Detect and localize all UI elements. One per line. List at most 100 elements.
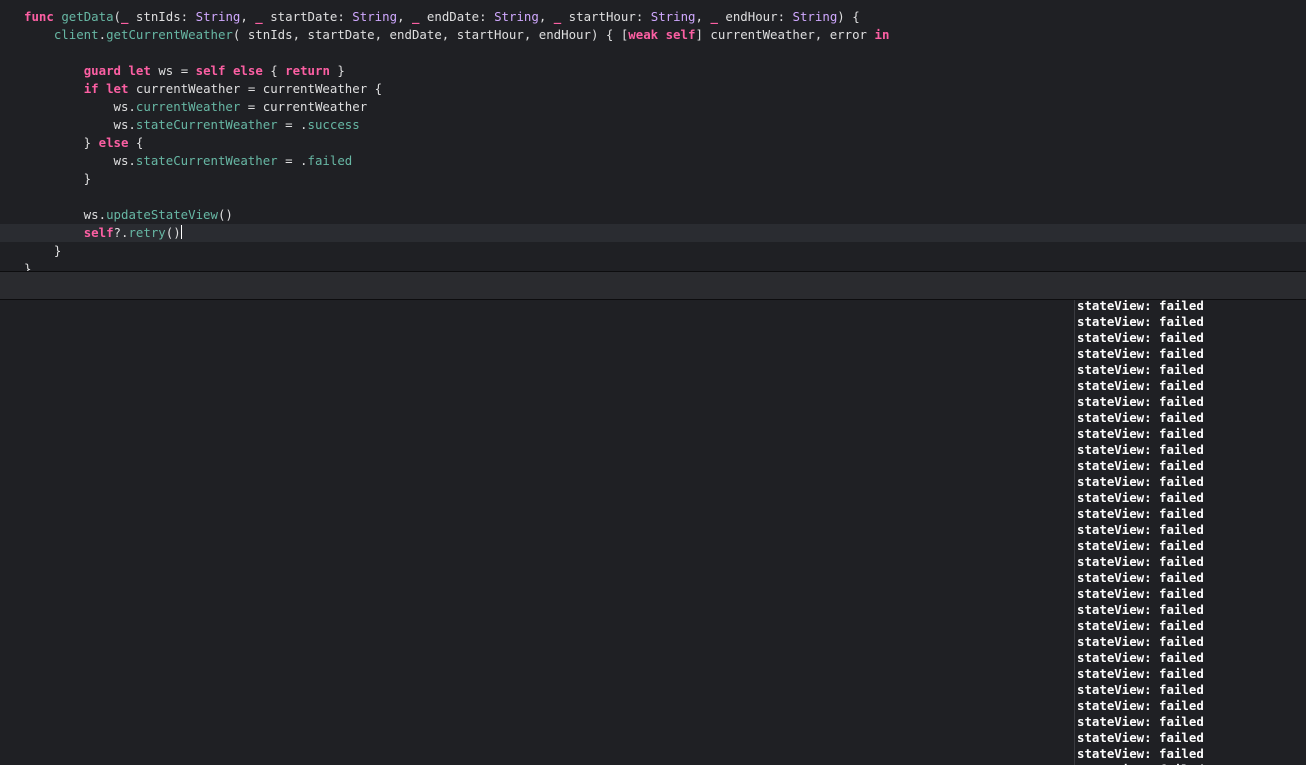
code-lines[interactable]: func getData(_ stnIds: String, _ startDa… (0, 8, 1306, 271)
code-token-plain: ws. (24, 99, 136, 114)
source-editor[interactable]: func getData(_ stnIds: String, _ startDa… (0, 0, 1306, 271)
console-line: stateView: failed (1077, 362, 1204, 377)
code-line[interactable]: self?.retry() (0, 224, 1306, 242)
code-token-func: getData (61, 9, 114, 24)
console-line: stateView: failed (1077, 442, 1204, 457)
code-token-plain: ] currentWeather, error (695, 27, 875, 42)
console-line: stateView: failed (1077, 378, 1204, 393)
code-token-plain: , (695, 9, 711, 24)
code-token-plain: stnIds: (128, 9, 196, 24)
code-token-plain: endHour: (717, 9, 793, 24)
code-token-type: String (792, 9, 838, 24)
console-line: stateView: failed (1077, 570, 1204, 585)
code-token-type: String (494, 9, 539, 24)
code-token-plain: } (24, 243, 62, 258)
code-token-prop: success (307, 117, 360, 132)
code-token-plain: endDate: (419, 9, 495, 24)
console-line: stateView: failed (1077, 634, 1204, 649)
code-line[interactable]: } else { (0, 134, 1306, 152)
console-line: stateView: failed (1077, 554, 1204, 569)
code-line[interactable]: client.getCurrentWeather( stnIds, startD… (0, 26, 1306, 44)
code-line[interactable]: ws.updateStateView() (0, 206, 1306, 224)
code-token-keyword: else (98, 135, 129, 150)
console-line: stateView: failed (1077, 650, 1204, 665)
code-line[interactable]: } (0, 260, 1306, 271)
code-line[interactable]: guard let ws = self else { return } (0, 62, 1306, 80)
debug-bar (0, 271, 1306, 300)
console-line: stateView: failed (1077, 506, 1204, 521)
code-token-keyword: return (285, 63, 330, 78)
code-token-plain: = currentWeather (240, 99, 368, 114)
code-line[interactable]: ws.currentWeather = currentWeather (0, 98, 1306, 116)
code-token-plain: currentWeather = currentWeather { (128, 81, 383, 96)
code-token-plain: . (98, 27, 107, 42)
code-token-plain: { (262, 63, 286, 78)
console-line: stateView: failed (1077, 586, 1204, 601)
code-token-keyword: weak (628, 27, 659, 42)
console-line: stateView: failed (1077, 730, 1204, 745)
code-line[interactable]: func getData(_ stnIds: String, _ startDa… (0, 8, 1306, 26)
code-token-plain: } (329, 63, 345, 78)
console-line: stateView: failed (1077, 426, 1204, 441)
console-line: stateView: failed (1077, 698, 1204, 713)
text-cursor (180, 225, 182, 239)
code-token-plain: , (397, 9, 412, 24)
code-line[interactable] (0, 44, 1306, 62)
code-line[interactable]: ws.stateCurrentWeather = .success (0, 116, 1306, 134)
code-token-func: retry (128, 225, 166, 240)
console-line: stateView: failed (1077, 394, 1204, 409)
console-line: stateView: failed (1077, 314, 1204, 329)
code-token-plain: = . (277, 117, 308, 132)
code-token-keyword: if (83, 81, 99, 96)
code-token-plain: ) { (837, 9, 860, 24)
code-token-plain: , (240, 9, 256, 24)
code-token-plain: ws = (150, 63, 196, 78)
console-line: stateView: failed (1077, 410, 1204, 425)
debug-console[interactable]: stateView: failed stateView: failed stateV… (1075, 300, 1306, 765)
code-token-plain: } (24, 135, 99, 150)
code-token-plain: ws. (24, 153, 136, 168)
code-token-keyword: guard (83, 63, 121, 78)
console-line: stateView: failed (1077, 602, 1204, 617)
code-token-keyword: let (128, 63, 151, 78)
code-token-plain: } (24, 171, 92, 186)
code-line[interactable]: } (0, 170, 1306, 188)
code-token-plain: ?. (113, 225, 129, 240)
code-token-plain: ws. (24, 117, 136, 132)
console-line: stateView: failed (1077, 300, 1204, 313)
code-token-plain: } (24, 261, 32, 271)
code-token-func: updateStateView (106, 207, 218, 222)
code-token-prop: client (53, 27, 99, 42)
code-line[interactable]: } (0, 242, 1306, 260)
code-token-keyword: _ (255, 9, 263, 24)
code-line[interactable]: if let currentWeather = currentWeather { (0, 80, 1306, 98)
code-token-keyword: self (195, 63, 226, 78)
variables-view[interactable] (0, 300, 1074, 765)
code-token-plain: ( (113, 9, 121, 24)
code-token-prop: currentWeather (135, 99, 241, 114)
code-token-prop: stateCurrentWeather (135, 117, 278, 132)
code-token-keyword: let (106, 81, 129, 96)
code-line[interactable] (0, 188, 1306, 206)
console-line: stateView: failed (1077, 522, 1204, 537)
code-token-type: String (352, 9, 398, 24)
code-token-plain: ws. (24, 207, 107, 222)
code-token-plain: () (217, 207, 233, 222)
code-token-type: String (195, 9, 241, 24)
console-line: stateView: failed (1077, 618, 1204, 633)
code-token-prop: stateCurrentWeather (135, 153, 278, 168)
console-line: stateView: failed (1077, 330, 1204, 345)
code-token-keyword: in (874, 27, 890, 42)
code-token-plain: startDate: (262, 9, 353, 24)
code-token-plain: ( stnIds, startDate, endDate, startHour,… (232, 27, 629, 42)
code-line[interactable]: ws.stateCurrentWeather = .failed (0, 152, 1306, 170)
code-token-func: getCurrentWeather (106, 27, 233, 42)
code-token-keyword: func (24, 9, 54, 24)
console-line: stateView: failed (1077, 458, 1204, 473)
console-line: stateView: failed (1077, 490, 1204, 505)
